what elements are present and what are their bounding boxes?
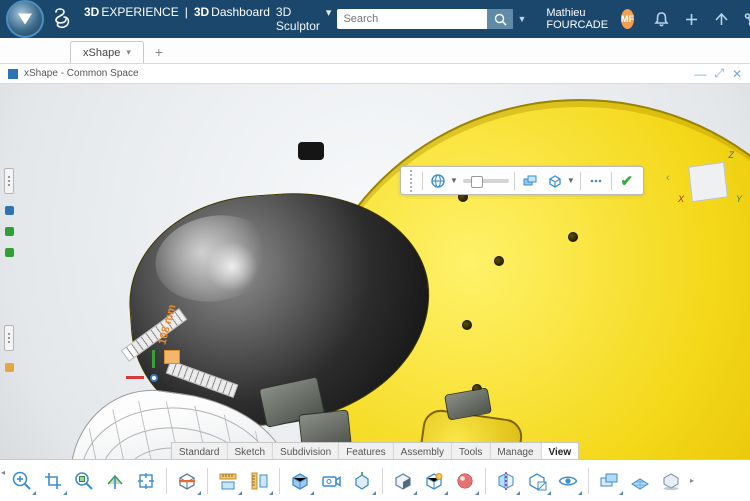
brand-sep: |	[185, 5, 188, 19]
actionbar-expand-icon[interactable]: ◂	[1, 468, 5, 477]
shadow-floor-icon[interactable]	[657, 467, 685, 495]
rail-chip[interactable]	[5, 227, 14, 236]
brand-bold: 3D	[84, 5, 99, 19]
chevron-left-icon[interactable]: ‹	[666, 172, 670, 184]
add-icon[interactable]	[682, 10, 700, 28]
axis-z: Z	[729, 150, 735, 160]
camera-icon[interactable]	[317, 467, 345, 495]
toolbar-grip-icon[interactable]	[407, 170, 415, 192]
search-caret-icon[interactable]: ▼	[517, 14, 526, 24]
doc-icon	[8, 69, 18, 79]
planes-icon[interactable]	[520, 171, 540, 191]
selected-face[interactable]	[164, 350, 180, 364]
title-block: 3DEXPERIENCE | 3DDashboard 3D Sculptor ▾	[84, 5, 331, 33]
dashboard-bold: 3D	[194, 5, 209, 19]
center-view-icon[interactable]	[132, 467, 160, 495]
axis-y: Y	[736, 194, 742, 204]
zoom-selected-icon[interactable]	[70, 467, 98, 495]
view-cube[interactable]: ‹ Z Y X	[680, 154, 736, 210]
app-name: 3D Sculptor	[276, 5, 320, 33]
helmet-knob	[298, 142, 324, 160]
search-wrap: ▼	[337, 9, 526, 29]
section-view-icon[interactable]	[173, 467, 201, 495]
rail-chip[interactable]	[5, 248, 14, 257]
top-bar: 3DEXPERIENCE | 3DDashboard 3D Sculptor ▾…	[0, 0, 750, 38]
brand-light: EXPERIENCE	[101, 5, 178, 19]
expand-button[interactable]: ⤢	[714, 66, 724, 81]
hide-all-types-icon[interactable]	[554, 467, 582, 495]
view-normal-icon[interactable]	[101, 467, 129, 495]
tab-label: xShape	[83, 47, 120, 59]
cube-icon[interactable]	[545, 171, 565, 191]
minimize-button[interactable]: —	[694, 67, 706, 81]
compass-button[interactable]	[6, 0, 44, 40]
notification-icon[interactable]	[652, 10, 670, 28]
orientation-icon[interactable]	[348, 467, 376, 495]
contextual-toolbar: ▼ ▼ ✔	[400, 166, 644, 195]
app-caret-icon[interactable]: ▾	[326, 6, 332, 19]
search-icon	[494, 13, 507, 26]
axis-x: X	[678, 194, 684, 204]
breadcrumb: xShape - Common Space — ⤢ ✕	[0, 64, 750, 84]
manipulator-triad[interactable]	[140, 364, 170, 394]
search-input[interactable]	[337, 9, 487, 29]
rivet-icon	[568, 232, 578, 242]
ds-logo-icon	[52, 4, 74, 34]
symmetry-icon[interactable]	[492, 467, 520, 495]
crop-icon[interactable]	[39, 467, 67, 495]
avatar: MF	[621, 9, 634, 29]
share-icon[interactable]	[712, 10, 730, 28]
rivet-icon	[494, 256, 504, 266]
zoom-in-icon[interactable]	[8, 467, 36, 495]
ambient-occlusion-icon[interactable]	[389, 467, 417, 495]
close-button[interactable]: ✕	[732, 67, 742, 81]
rivet-icon	[462, 320, 472, 330]
rail-handle[interactable]	[4, 168, 14, 194]
rail-chip[interactable]	[5, 206, 14, 215]
ruler-side-icon[interactable]	[245, 467, 273, 495]
tab-caret-icon[interactable]: ▾	[126, 47, 131, 58]
user-block[interactable]: Mathieu FOURCADE MF	[546, 7, 634, 31]
confirm-button[interactable]: ✔	[617, 171, 637, 191]
show-hide-icon[interactable]	[523, 467, 551, 495]
community-icon[interactable]	[742, 10, 750, 28]
globe-icon[interactable]	[428, 171, 448, 191]
actionbar-collapse-icon[interactable]: ▸	[690, 476, 694, 485]
search-button[interactable]	[487, 9, 513, 29]
ruler-top-icon[interactable]	[214, 467, 242, 495]
tab-add-button[interactable]: +	[148, 41, 170, 63]
planes-visibility-icon[interactable]	[595, 467, 623, 495]
action-bar: ◂ ▸	[0, 459, 750, 501]
doc-title: xShape - Common Space	[24, 68, 139, 79]
tab-xshape[interactable]: xShape ▾	[70, 41, 144, 63]
perspective-icon[interactable]	[420, 467, 448, 495]
rail-chip[interactable]	[5, 363, 14, 372]
dashboard-light: Dashboard	[211, 5, 270, 19]
rail-handle[interactable]	[4, 325, 14, 351]
dots-icon[interactable]	[586, 171, 606, 191]
top-icons	[652, 10, 750, 28]
display-shaded-icon[interactable]	[286, 467, 314, 495]
floor-visibility-icon[interactable]	[626, 467, 654, 495]
tab-bar: xShape ▾ +	[0, 38, 750, 64]
attenuation-slider[interactable]	[463, 179, 509, 183]
viewport-3d[interactable]: 108 mm ▼ ▼ ✔ ‹ Z Y X Standard Sketch	[0, 84, 750, 501]
left-rail	[2, 168, 16, 372]
user-name: Mathieu FOURCADE	[546, 7, 615, 31]
appearance-icon[interactable]	[451, 467, 479, 495]
